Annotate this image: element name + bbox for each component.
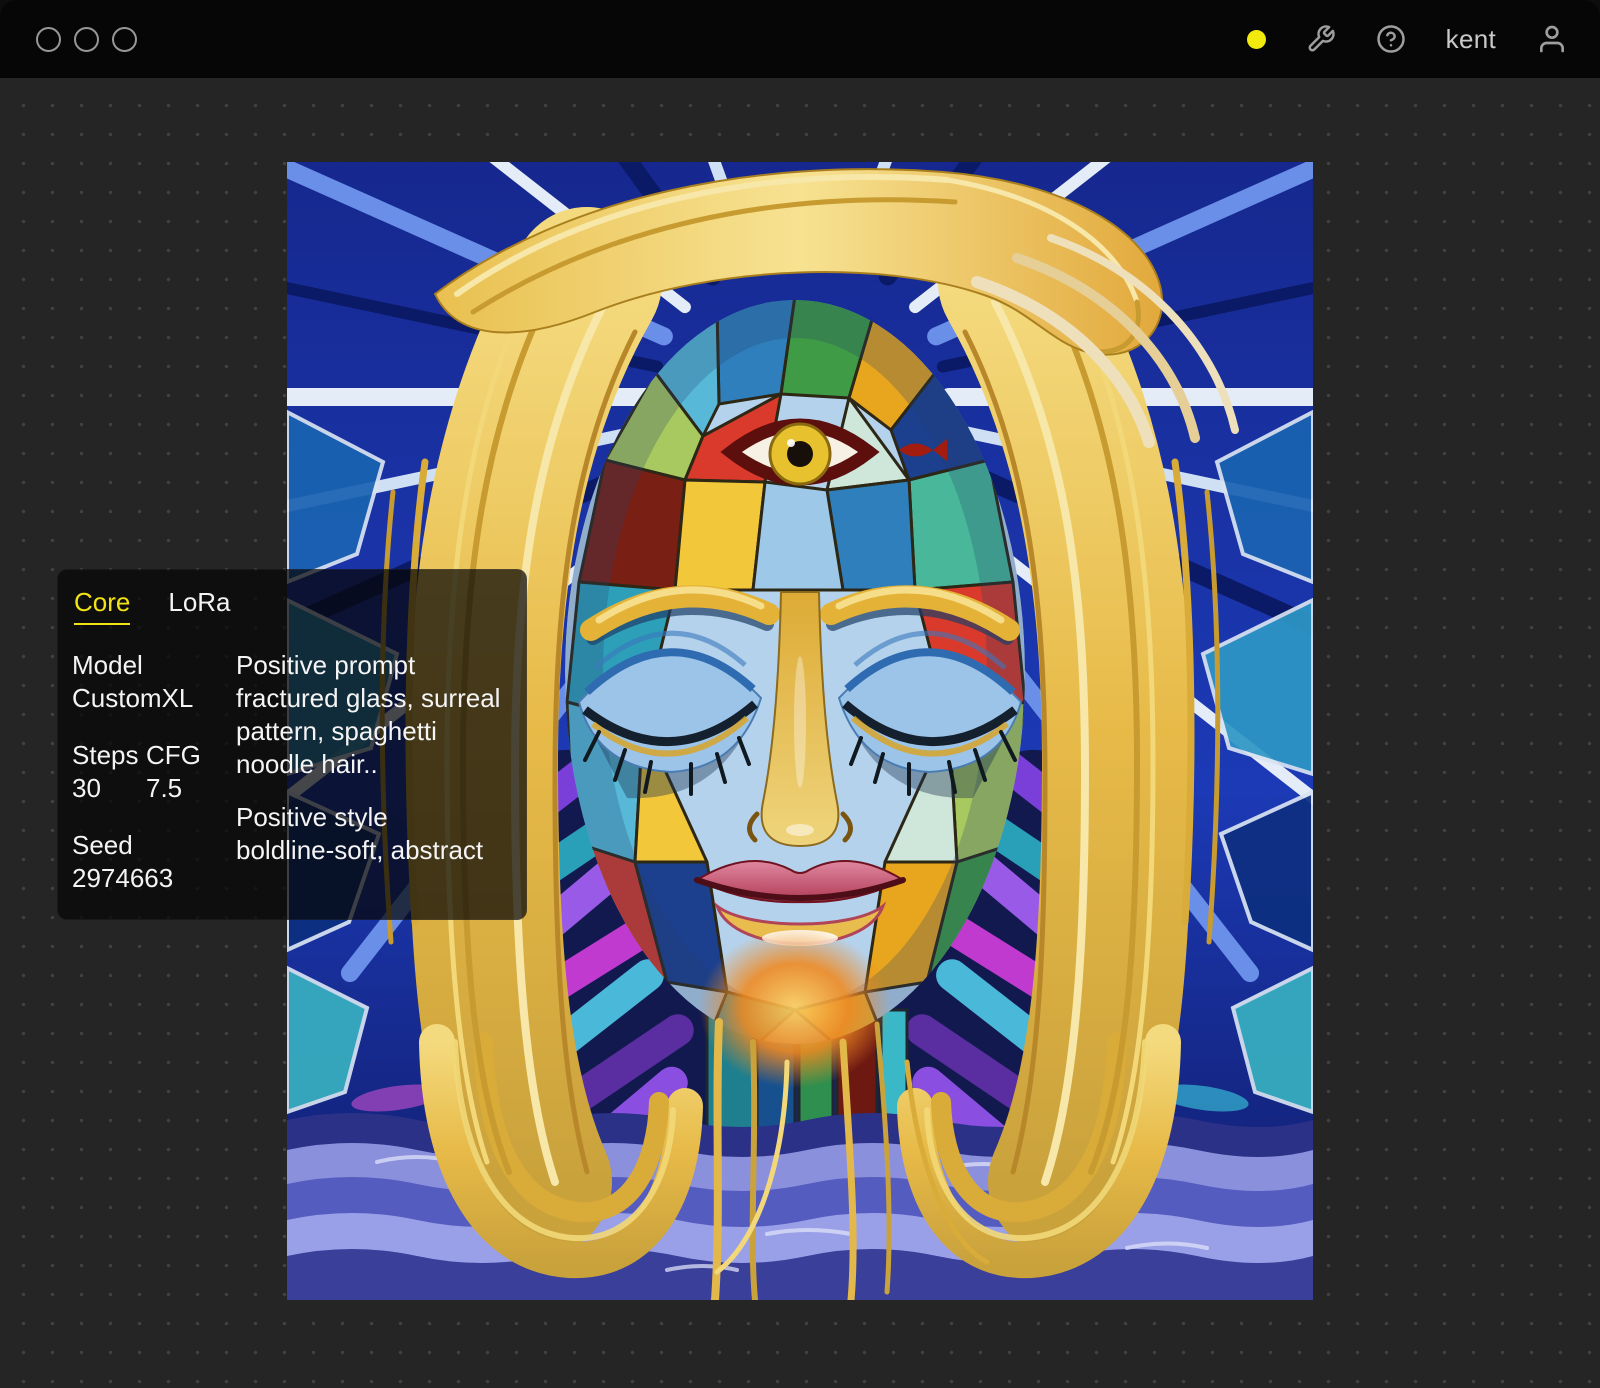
field-positive-style: Positive style boldline-soft, abstract — [236, 801, 510, 867]
cfg-label: CFG — [146, 740, 201, 770]
steps-value: 30 — [72, 773, 101, 803]
field-cfg: CFG 7.5 — [146, 739, 201, 805]
window-control-2[interactable] — [74, 26, 99, 52]
positive-style-label: Positive style — [236, 802, 388, 832]
positive-prompt-value: fractured glass, surreal pattern, spaghe… — [236, 683, 501, 779]
window-control-3[interactable] — [112, 26, 137, 52]
help-icon[interactable] — [1376, 24, 1406, 54]
app-window: kent Core LoRa Model CustomXL Steps 30 C… — [0, 0, 1600, 1388]
window-controls — [36, 26, 150, 52]
username[interactable]: kent — [1446, 24, 1496, 55]
field-model: Model CustomXL — [72, 649, 214, 715]
titlebar: kent — [0, 0, 1600, 78]
positive-prompt-label: Positive prompt — [236, 650, 416, 680]
panel-tabs: Core LoRa — [74, 586, 510, 625]
model-value: CustomXL — [72, 683, 194, 713]
tab-lora[interactable]: LoRa — [168, 586, 230, 625]
field-seed: Seed 2974663 — [72, 829, 214, 895]
model-label: Model — [72, 650, 143, 680]
field-positive-prompt: Positive prompt fractured glass, surreal… — [236, 649, 510, 781]
user-icon[interactable] — [1536, 23, 1568, 55]
metadata-panel: Core LoRa Model CustomXL Steps 30 CFG 7.… — [57, 569, 527, 920]
positive-style-value: boldline-soft, abstract — [236, 835, 484, 865]
cfg-value: 7.5 — [146, 773, 183, 803]
workspace: Core LoRa Model CustomXL Steps 30 CFG 7.… — [0, 78, 1600, 1388]
seed-label: Seed — [72, 830, 133, 860]
panel-grid: Model CustomXL Steps 30 CFG 7.5 Seed 297… — [72, 649, 510, 895]
field-row-steps-cfg: Steps 30 CFG 7.5 — [72, 739, 214, 805]
titlebar-actions: kent — [1246, 23, 1568, 55]
status-dot — [1246, 29, 1266, 49]
seed-value: 2974663 — [72, 863, 174, 893]
wrench-icon[interactable] — [1306, 24, 1336, 54]
field-steps: Steps 30 — [72, 739, 146, 805]
window-control-1[interactable] — [36, 26, 61, 52]
tab-core[interactable]: Core — [74, 586, 131, 625]
chin-glow — [699, 928, 891, 1088]
steps-label: Steps — [72, 740, 139, 770]
